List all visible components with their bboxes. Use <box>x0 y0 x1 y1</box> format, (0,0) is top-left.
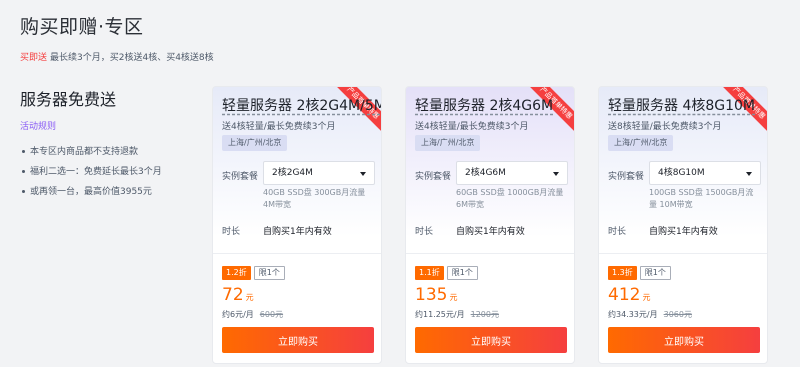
badges: 1.1折 限1个 <box>415 266 478 280</box>
list-item-text: 本专区内商品都不支持退款 <box>30 147 139 157</box>
duration-label: 时长 <box>415 227 434 237</box>
duration-value: 自购买1年内有效 <box>456 227 525 237</box>
price-value: 412 <box>608 285 641 305</box>
card-desc: 送4核轻量/最长免费续3个月 <box>415 122 529 132</box>
monthly-price: 约6元/月 <box>222 310 254 319</box>
promo-line: 买即送 最长续3个月，买2核送4核、买4核送8核 <box>20 50 214 63</box>
monthly-price: 约34.33元/月 <box>608 310 658 319</box>
price-value: 135 <box>415 285 448 305</box>
limit-badge: 限1个 <box>446 266 478 280</box>
buy-button[interactable]: 立即购买 <box>608 327 760 353</box>
spec-note: 60GB SSD盘 1000GB月流量 6M带宽 <box>456 188 564 209</box>
price-unit: 元 <box>449 293 458 302</box>
price-unit: 元 <box>642 293 651 302</box>
list-item: 本专区内商品都不支持退款 <box>20 142 200 162</box>
region-chip: 上海/广州/北京 <box>415 135 481 151</box>
spec-select[interactable]: 2核4G6M <box>456 161 568 185</box>
price: 135 元 <box>415 285 457 305</box>
duration-label: 时长 <box>608 227 627 237</box>
list-item: 福利二选一：免费延长最长3个月 <box>20 162 200 182</box>
list-item-text: 福利二选一：免费延长最长3个月 <box>30 167 162 177</box>
limit-badge: 限1个 <box>253 266 285 280</box>
bullet-icon <box>22 150 25 153</box>
spec-label: 实例套餐 <box>222 172 259 182</box>
chevron-down-icon <box>553 172 559 176</box>
duration-label: 时长 <box>222 227 241 237</box>
product-card-2c2g: 产品首单特惠 轻量服务器 2核2G4M/5M 送4核轻量/最长免费续3个月 上海… <box>212 86 382 364</box>
discount-badge: 1.1折 <box>415 266 444 280</box>
limit-badge: 限1个 <box>639 266 671 280</box>
spec-label: 实例套餐 <box>608 172 645 182</box>
price-value: 72 <box>222 285 244 305</box>
buy-button[interactable]: 立即购买 <box>415 327 567 353</box>
original-price: 1200元 <box>470 310 499 319</box>
badges: 1.3折 限1个 <box>608 266 671 280</box>
aside-title: 服务器免费送 <box>20 90 117 109</box>
price-sub: 约34.33元/月 3060元 <box>608 309 692 320</box>
original-price: 600元 <box>259 310 284 319</box>
discount-badge: 1.3折 <box>608 266 637 280</box>
aside-list: 本专区内商品都不支持退款 福利二选一：免费延长最长3个月 或再领一台，最高价值3… <box>20 142 200 202</box>
divider <box>213 253 381 254</box>
price-sub: 约11.25元/月 1200元 <box>415 309 499 320</box>
price-unit: 元 <box>245 293 254 302</box>
card-title[interactable]: 轻量服务器 2核2G4M/5M <box>222 95 381 115</box>
chevron-down-icon <box>746 172 752 176</box>
divider <box>406 253 574 254</box>
divider <box>599 253 767 254</box>
price: 412 元 <box>608 285 650 305</box>
promo-tag: 买即送 <box>20 53 48 63</box>
product-card-2c4g: 产品首单特惠 轻量服务器 2核4G6M 送4核轻量/最长免费续3个月 上海/广州… <box>405 86 575 364</box>
badges: 1.2折 限1个 <box>222 266 285 280</box>
card-title[interactable]: 轻量服务器 4核8G10M <box>608 95 755 115</box>
chevron-down-icon <box>360 172 366 176</box>
promo-text: 最长续3个月，买2核送4核、买4核送8核 <box>50 53 214 63</box>
spec-select-value: 2核4G6M <box>465 168 506 178</box>
spec-select[interactable]: 4核8G10M <box>649 161 761 185</box>
card-desc: 送4核轻量/最长免费续3个月 <box>222 122 336 132</box>
page-title: 购买即赠·专区 <box>20 16 144 38</box>
region-chip: 上海/广州/北京 <box>608 135 674 151</box>
list-item: 或再领一台，最高价值3955元 <box>20 182 200 202</box>
buy-button[interactable]: 立即购买 <box>222 327 374 353</box>
spec-select-value: 4核8G10M <box>658 168 705 178</box>
card-title[interactable]: 轻量服务器 2核4G6M <box>415 95 553 115</box>
region-chip: 上海/广州/北京 <box>222 135 288 151</box>
product-card-4c8g: 产品首单特惠 轻量服务器 4核8G10M 送8核轻量/最长免费续3个月 上海/广… <box>598 86 768 364</box>
discount-badge: 1.2折 <box>222 266 251 280</box>
original-price: 3060元 <box>663 310 692 319</box>
bullet-icon <box>22 170 25 173</box>
rules-link[interactable]: 活动规则 <box>20 119 200 132</box>
monthly-price: 约11.25元/月 <box>415 310 465 319</box>
list-item-text: 或再领一台，最高价值3955元 <box>30 187 152 197</box>
aside-panel: 服务器免费送 活动规则 本专区内商品都不支持退款 福利二选一：免费延长最长3个月… <box>20 86 200 202</box>
duration-value: 自购买1年内有效 <box>263 227 332 237</box>
bullet-icon <box>22 190 25 193</box>
spec-select-value: 2核2G4M <box>272 168 313 178</box>
price-sub: 约6元/月 600元 <box>222 309 283 320</box>
duration-value: 自购买1年内有效 <box>649 227 718 237</box>
spec-label: 实例套餐 <box>415 172 452 182</box>
spec-note: 40GB SSD盘 300GB月流量 4M带宽 <box>263 188 366 209</box>
price: 72 元 <box>222 285 254 305</box>
spec-note: 100GB SSD盘 1500GB月流量 10M带宽 <box>649 188 754 209</box>
spec-select[interactable]: 2核2G4M <box>263 161 375 185</box>
card-desc: 送8核轻量/最长免费续3个月 <box>608 122 722 132</box>
